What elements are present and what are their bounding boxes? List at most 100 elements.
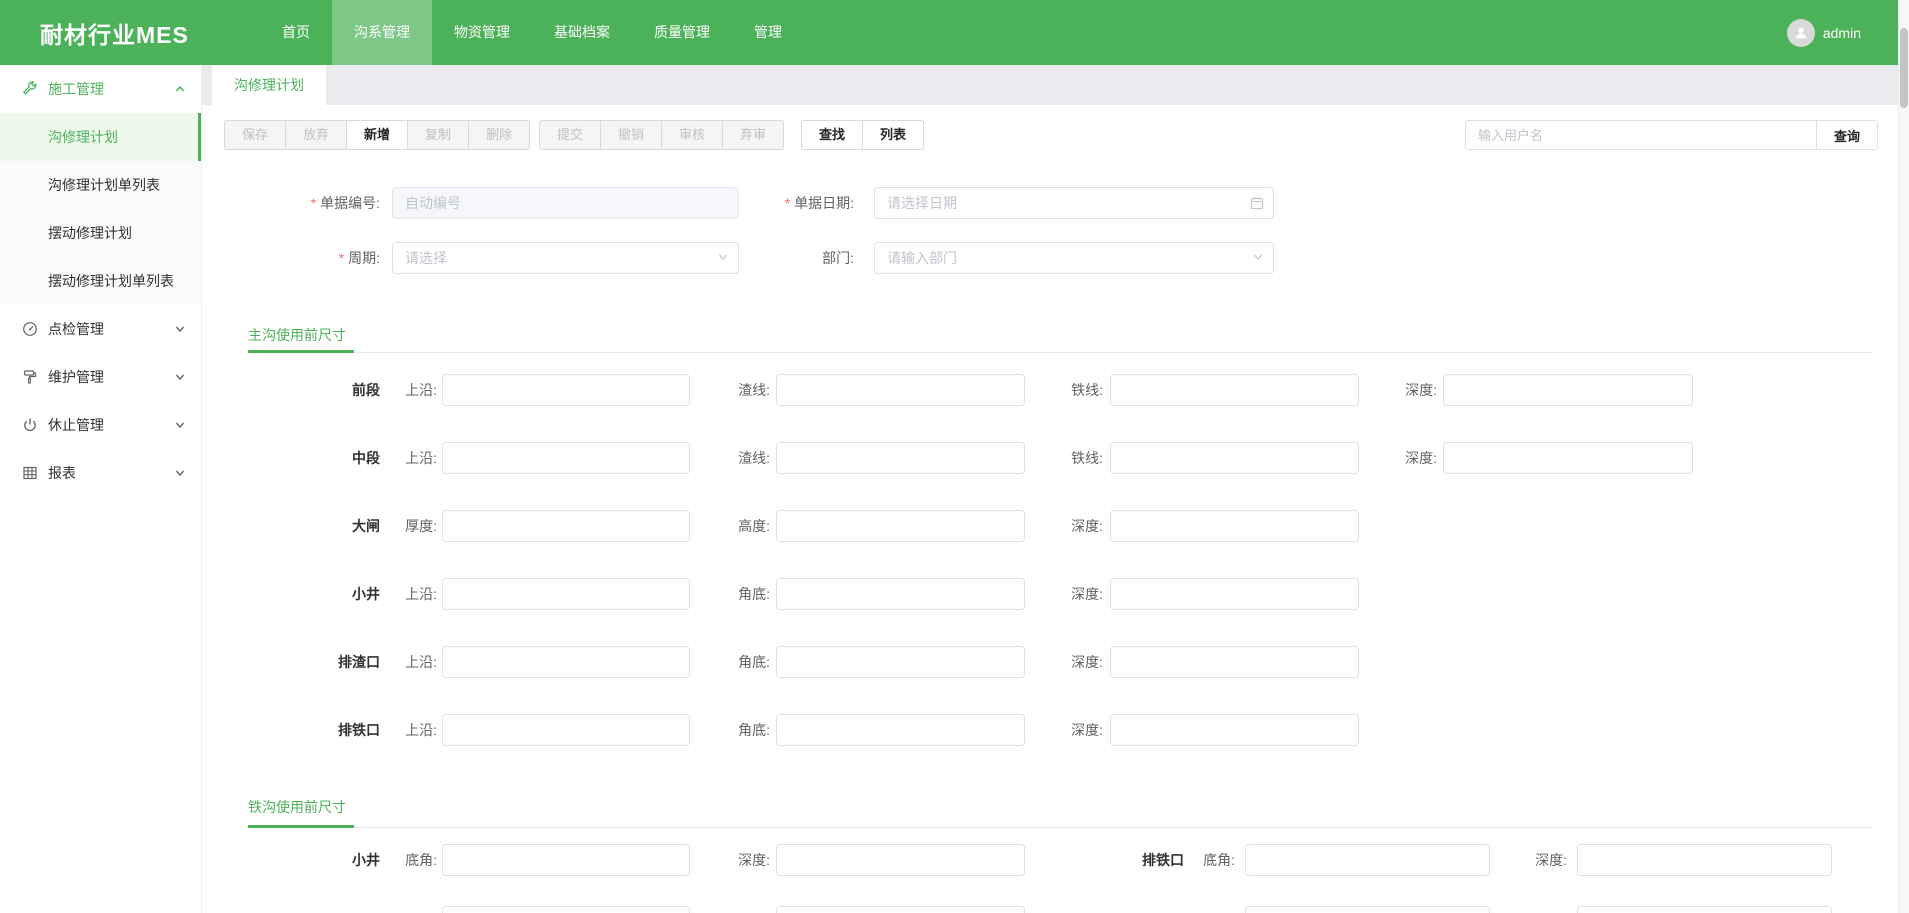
cycle-select-wrap	[392, 242, 739, 274]
dim-input[interactable]	[776, 442, 1025, 474]
dim-input[interactable]	[776, 578, 1025, 610]
scrollbar-thumb[interactable]	[1900, 28, 1908, 108]
wrench-icon	[22, 81, 38, 97]
query-button[interactable]: 查询	[1816, 120, 1878, 150]
row-group-label: 排渣口	[240, 646, 380, 678]
nav-item-guanli[interactable]: 管理	[732, 0, 804, 65]
dim-input[interactable]	[1577, 906, 1832, 913]
tab-gouxiu-plan[interactable]: 沟修理计划	[212, 65, 326, 105]
avatar	[1787, 19, 1815, 47]
add-button[interactable]: 新增	[346, 120, 408, 150]
search-bar: 查询	[1465, 120, 1878, 150]
dim-input[interactable]	[1110, 714, 1359, 746]
chevron-down-icon	[175, 372, 185, 382]
sidebar-group-label: 维护管理	[48, 367, 104, 387]
cycle-select[interactable]	[392, 242, 739, 274]
field-label: 角底:	[712, 646, 770, 678]
copy-button[interactable]: 复制	[407, 120, 469, 150]
dim-input[interactable]	[442, 714, 690, 746]
username: admin	[1823, 25, 1861, 41]
dim-input[interactable]	[442, 906, 690, 913]
sidebar-item-baidong-plan[interactable]: 摆动修理计划	[0, 209, 201, 257]
row-group-label: 大闸	[240, 510, 380, 542]
section-divider	[248, 352, 1873, 353]
sidebar-group-suspension[interactable]: 休止管理	[0, 401, 201, 449]
section-divider-accent	[248, 825, 354, 828]
nav-item-gouxi[interactable]: 沟系管理	[332, 0, 432, 65]
row-group-label: 排铁口	[240, 714, 380, 746]
dim-input[interactable]	[442, 374, 690, 406]
sidebar-group-spotcheck[interactable]: 点检管理	[0, 305, 201, 353]
dim-input[interactable]	[1110, 646, 1359, 678]
dim-input[interactable]	[1443, 374, 1693, 406]
dim-input[interactable]	[1110, 578, 1359, 610]
toolbar-group-view: 查找 列表	[801, 120, 924, 150]
dim-input[interactable]	[442, 442, 690, 474]
tab-strip: 沟修理计划	[202, 65, 1909, 105]
sidebar-item-gouxiu-plan-list[interactable]: 沟修理计划单列表	[0, 161, 201, 209]
field-label: 角底:	[712, 714, 770, 746]
dim-row-gate: 大闸 厚度: 高度: 深度:	[202, 510, 1909, 542]
field-label: 上沿:	[379, 714, 437, 746]
dim-input[interactable]	[776, 906, 1025, 913]
discard-button[interactable]: 放弃	[285, 120, 347, 150]
unaudit-button[interactable]: 弃审	[722, 120, 784, 150]
nav-item-zhiliang[interactable]: 质量管理	[632, 0, 732, 65]
nav-item-home[interactable]: 首页	[260, 0, 332, 65]
sidebar-group-reports[interactable]: 报表	[0, 449, 201, 497]
submit-button[interactable]: 提交	[539, 120, 601, 150]
sidebar-group-construction[interactable]: 施工管理	[0, 65, 201, 113]
section-divider-accent	[248, 350, 354, 353]
field-label: 上沿:	[379, 578, 437, 610]
sidebar-item-baidong-plan-list[interactable]: 摆动修理计划单列表	[0, 257, 201, 305]
dim-input[interactable]	[1577, 844, 1832, 876]
save-button[interactable]: 保存	[224, 120, 286, 150]
audit-button[interactable]: 审核	[661, 120, 723, 150]
cycle-label: 周期:	[240, 242, 380, 274]
find-button[interactable]: 查找	[801, 120, 863, 150]
dim-input[interactable]	[776, 374, 1025, 406]
vertical-scrollbar[interactable]	[1898, 0, 1909, 913]
dim-input[interactable]	[442, 844, 690, 876]
chevron-down-icon	[175, 420, 185, 430]
dim-input[interactable]	[776, 646, 1025, 678]
dim-input[interactable]	[1443, 442, 1693, 474]
sidebar-group-maintenance[interactable]: 维护管理	[0, 353, 201, 401]
field-label: 上沿:	[379, 646, 437, 678]
dim-input[interactable]	[776, 510, 1025, 542]
dim-row-partial	[202, 906, 1909, 913]
field-label: 角底:	[712, 578, 770, 610]
dim-input[interactable]	[1245, 844, 1490, 876]
row-group-label: 排铁口	[1044, 844, 1184, 876]
dim-input[interactable]	[1110, 510, 1359, 542]
nav-item-wuzi[interactable]: 物资管理	[432, 0, 532, 65]
app-logo: 耐材行业MES	[40, 16, 225, 50]
power-icon	[22, 417, 38, 433]
dim-input[interactable]	[1110, 374, 1359, 406]
field-label: 深度:	[1045, 510, 1103, 542]
sidebar-item-gouxiu-plan[interactable]: 沟修理计划	[0, 113, 201, 161]
dept-select[interactable]	[874, 242, 1274, 274]
field-label: 铁线:	[1045, 374, 1103, 406]
delete-button[interactable]: 删除	[468, 120, 530, 150]
list-button[interactable]: 列表	[862, 120, 924, 150]
dim-input[interactable]	[442, 646, 690, 678]
field-label: 深度:	[1379, 374, 1437, 406]
dim-row-small-well: 小井 上沿: 角底: 深度:	[202, 578, 1909, 610]
nav-item-jichu[interactable]: 基础档案	[532, 0, 632, 65]
field-label: 深度:	[1045, 714, 1103, 746]
dim-input[interactable]	[1245, 906, 1490, 913]
dim-input[interactable]	[776, 844, 1025, 876]
user-menu[interactable]: admin	[1787, 19, 1861, 47]
dim-input[interactable]	[1110, 442, 1359, 474]
dim-input[interactable]	[776, 714, 1025, 746]
field-label: 上沿:	[379, 442, 437, 474]
dim-input[interactable]	[442, 578, 690, 610]
doc-date-input[interactable]	[874, 187, 1274, 219]
revoke-button[interactable]: 撤销	[600, 120, 662, 150]
dim-input[interactable]	[442, 510, 690, 542]
search-input[interactable]	[1465, 120, 1817, 150]
form-row-cycle: 周期: 部门:	[202, 242, 1909, 274]
row-group-label: 前段	[240, 374, 380, 406]
sidebar-group-label: 施工管理	[48, 79, 104, 99]
